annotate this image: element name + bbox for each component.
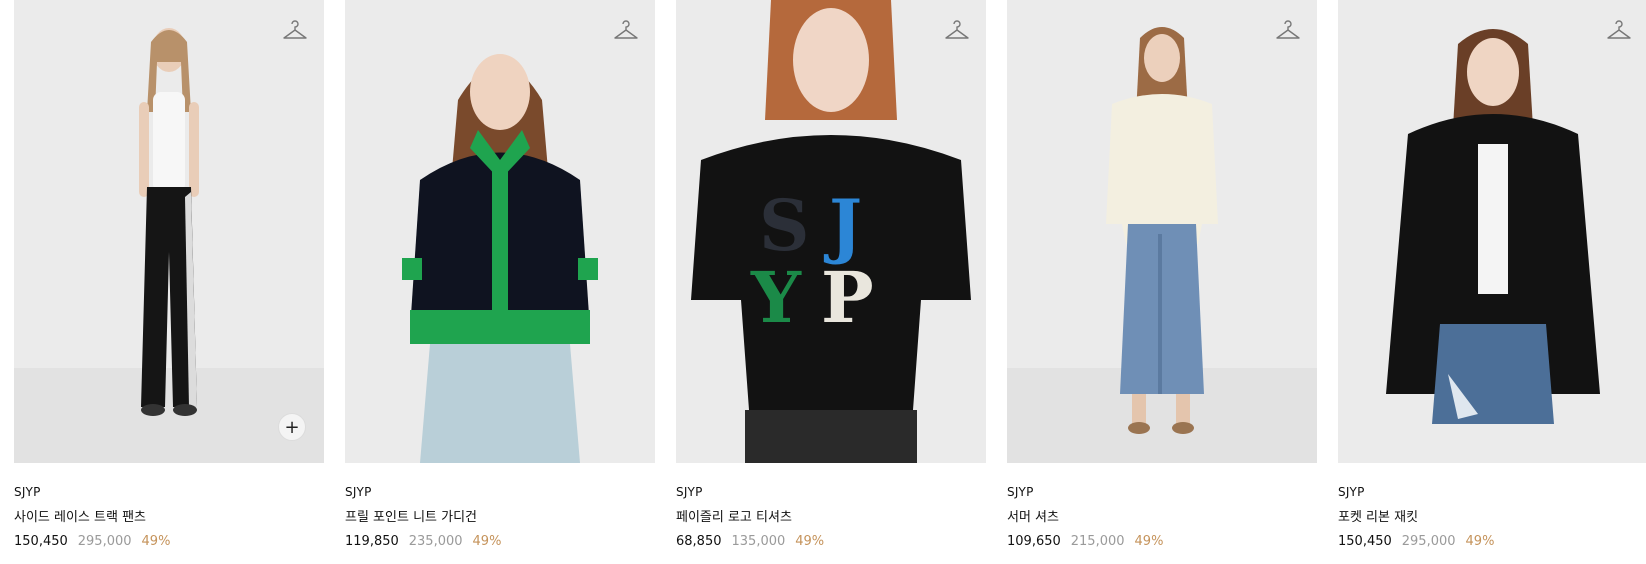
- hanger-icon[interactable]: [282, 18, 308, 42]
- product-name[interactable]: 페이즐리 로고 티셔츠: [676, 506, 986, 525]
- product-name[interactable]: 포켓 리본 재킷: [1338, 506, 1646, 525]
- product-image[interactable]: S J Y P: [676, 0, 986, 463]
- model-figure: [402, 54, 598, 463]
- svg-text:P: P: [821, 256, 874, 339]
- discount-rate: 49%: [141, 534, 171, 549]
- product-name[interactable]: 프릴 포인트 니트 가디건: [345, 506, 655, 525]
- product-name[interactable]: 사이드 레이스 트랙 팬츠: [14, 506, 324, 525]
- product-brand[interactable]: SJYP: [14, 485, 324, 499]
- hanger-icon[interactable]: [613, 18, 639, 42]
- product-card[interactable]: SJYP 포켓 리본 재킷 150,450 295,000 49%: [1338, 0, 1646, 549]
- product-card[interactable]: SJYP 서머 셔츠 109,650 215,000 49%: [1007, 0, 1317, 549]
- hanger-icon[interactable]: [1606, 18, 1632, 42]
- product-brand[interactable]: SJYP: [676, 485, 986, 499]
- model-figure: [139, 28, 199, 416]
- plus-icon[interactable]: +: [278, 413, 306, 441]
- product-card[interactable]: S J Y P SJYP 페이즐리 로고 티셔츠 68,850 135,000 …: [676, 0, 986, 549]
- sale-price: 68,850: [676, 534, 722, 549]
- hanger-icon[interactable]: [1275, 18, 1301, 42]
- sale-price: 119,850: [345, 534, 399, 549]
- product-image[interactable]: [1338, 0, 1646, 463]
- original-price: 235,000: [408, 534, 463, 549]
- svg-text:Y: Y: [750, 256, 802, 339]
- discount-rate: 49%: [472, 534, 502, 549]
- original-price: 295,000: [1401, 534, 1456, 549]
- product-image[interactable]: [345, 0, 655, 463]
- model-figure: [1386, 29, 1600, 424]
- svg-text:S: S: [759, 184, 810, 267]
- sale-price: 150,450: [14, 534, 68, 549]
- price-row: 109,650 215,000 49%: [1007, 534, 1317, 549]
- discount-rate: 49%: [1134, 534, 1164, 549]
- product-image[interactable]: [1007, 0, 1317, 463]
- product-name[interactable]: 서머 셔츠: [1007, 506, 1317, 525]
- product-card[interactable]: + SJYP 사이드 레이스 트랙 팬츠 150,450 295,000 49%: [14, 0, 324, 549]
- svg-text:J: J: [823, 184, 862, 267]
- discount-rate: 49%: [1465, 534, 1495, 549]
- price-row: 119,850 235,000 49%: [345, 534, 655, 549]
- sale-price: 109,650: [1007, 534, 1061, 549]
- discount-rate: 49%: [795, 534, 825, 549]
- product-brand[interactable]: SJYP: [1338, 485, 1646, 499]
- product-brand[interactable]: SJYP: [1007, 485, 1317, 499]
- price-row: 150,450 295,000 49%: [1338, 534, 1646, 549]
- price-row: 150,450 295,000 49%: [14, 534, 324, 549]
- original-price: 295,000: [77, 534, 132, 549]
- model-figure: [1106, 27, 1218, 434]
- original-price: 215,000: [1070, 534, 1125, 549]
- product-image[interactable]: +: [14, 0, 324, 463]
- original-price: 135,000: [731, 534, 786, 549]
- sale-price: 150,450: [1338, 534, 1392, 549]
- hanger-icon[interactable]: [944, 18, 970, 42]
- model-figure: S J Y P: [691, 0, 971, 463]
- price-row: 68,850 135,000 49%: [676, 534, 986, 549]
- product-card[interactable]: SJYP 프릴 포인트 니트 가디건 119,850 235,000 49%: [345, 0, 655, 549]
- product-brand[interactable]: SJYP: [345, 485, 655, 499]
- product-grid: + SJYP 사이드 레이스 트랙 팬츠 150,450 295,000 49%: [0, 0, 1646, 564]
